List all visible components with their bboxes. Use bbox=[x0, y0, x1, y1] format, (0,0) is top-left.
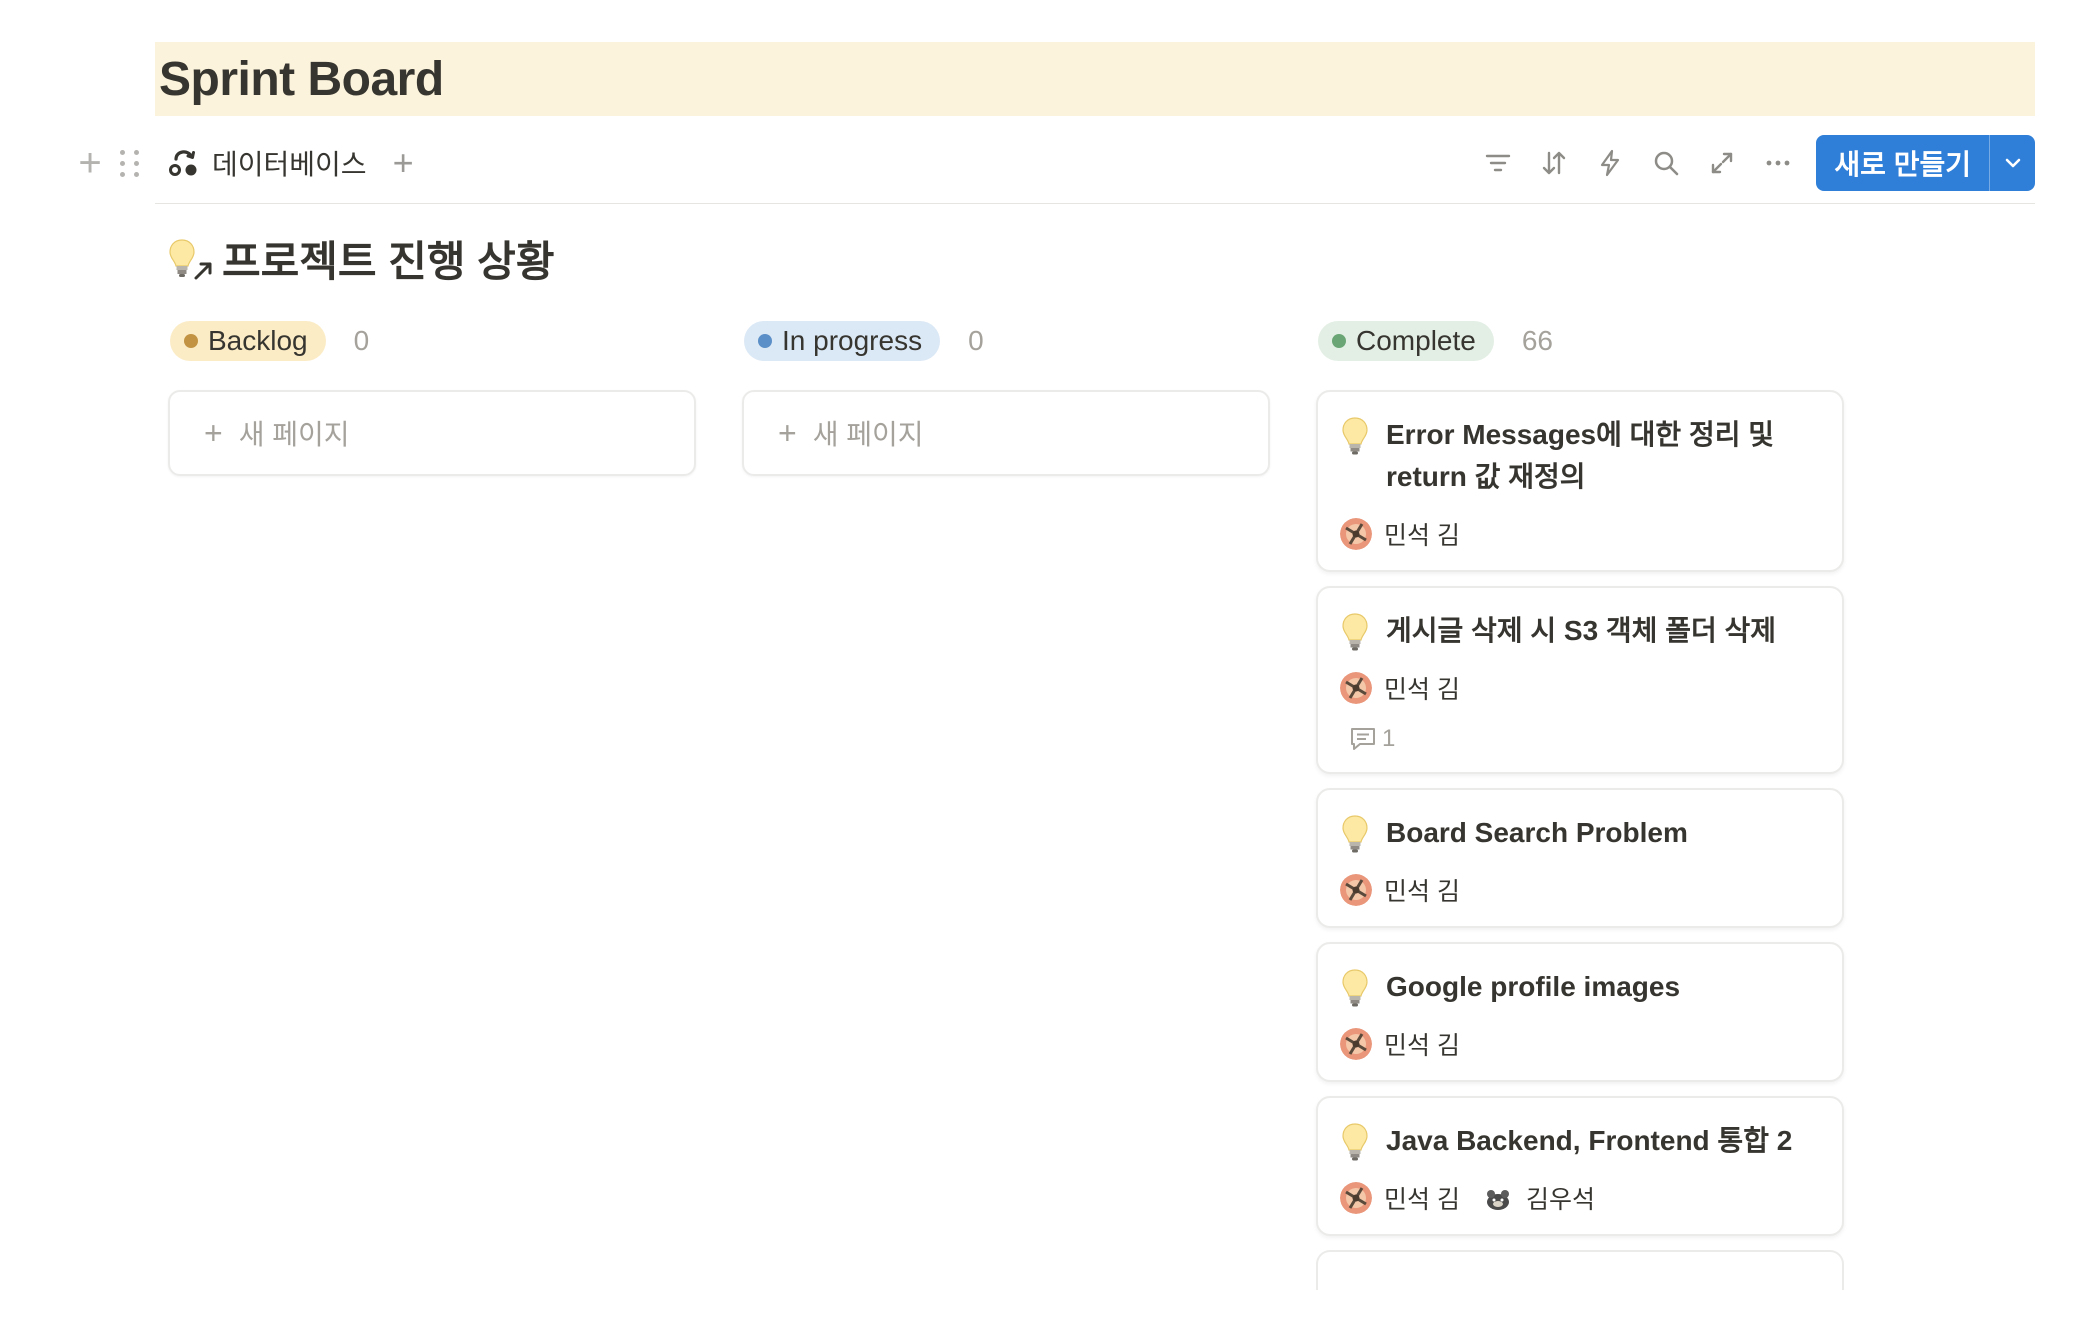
column-count: 66 bbox=[1521, 325, 1553, 356]
person-name: 김우석 bbox=[1525, 1186, 1595, 1214]
board-title[interactable]: 프로젝트 진행 상황 bbox=[222, 228, 554, 289]
board-card[interactable]: Board Search Problem 민석 김 bbox=[1316, 788, 1844, 928]
board-card[interactable]: 게시글 삭제 시 S3 객체 폴더 삭제 민석 김 1 bbox=[1316, 586, 1844, 774]
status-dot bbox=[184, 334, 198, 348]
person-chip: 민석 김 bbox=[1340, 872, 1460, 908]
avatar bbox=[1340, 518, 1372, 550]
page-title[interactable]: Sprint Board bbox=[159, 52, 444, 107]
avatar bbox=[1340, 672, 1372, 704]
avatar bbox=[1340, 1028, 1372, 1060]
expand-icon[interactable] bbox=[1704, 145, 1740, 181]
database-toolbar: + 데이터베이스 + 새로 만들기 bbox=[70, 132, 2035, 194]
new-page-button[interactable]: + 새 페이지 bbox=[168, 390, 696, 476]
plus-icon: + bbox=[778, 415, 797, 451]
status-badge[interactable]: In progress bbox=[744, 321, 941, 361]
lightbulb-icon bbox=[1342, 1123, 1368, 1161]
board-card[interactable]: Error Messages에 대한 정리 및 return 값 재정의 민석 … bbox=[1316, 390, 1844, 572]
add-block-icon[interactable]: + bbox=[70, 143, 110, 183]
person-name: 민석 김 bbox=[1384, 1186, 1460, 1214]
new-page-label: 새 페이지 bbox=[812, 419, 924, 450]
column-backlog: Backlog 0 + 새 페이지 bbox=[168, 320, 696, 476]
person-chip: 민석 김 bbox=[1340, 516, 1460, 552]
new-button-main[interactable]: 새로 만들기 bbox=[1816, 135, 1989, 191]
chevron-down-icon[interactable] bbox=[1989, 135, 2035, 191]
card-title: Java Backend, Frontend 통합 2 bbox=[1386, 1125, 1793, 1156]
search-icon[interactable] bbox=[1648, 145, 1684, 181]
card-list: Error Messages에 대한 정리 및 return 값 재정의 민석 … bbox=[1316, 390, 1844, 1290]
new-page-label: 새 페이지 bbox=[238, 419, 350, 450]
page-title-bar: Sprint Board bbox=[155, 42, 2035, 116]
column-header: Complete 66 bbox=[1318, 320, 1844, 362]
lightbulb-icon bbox=[1342, 613, 1368, 651]
toolbar-divider bbox=[155, 203, 2035, 204]
person-name: 민석 김 bbox=[1384, 1032, 1460, 1060]
avatar bbox=[1340, 1182, 1372, 1214]
card-assignees: 민석 김 bbox=[1340, 872, 1818, 908]
new-page-button[interactable]: + 새 페이지 bbox=[742, 390, 1270, 476]
lightbulb-icon bbox=[1342, 969, 1368, 1007]
drag-handle-icon[interactable] bbox=[120, 148, 140, 178]
lightbulb-icon bbox=[1342, 417, 1368, 455]
add-view-icon[interactable]: + bbox=[393, 145, 414, 181]
comment-count: 1 bbox=[1340, 724, 1818, 754]
comment-count-value: 1 bbox=[1382, 725, 1396, 752]
column-name: Complete bbox=[1356, 325, 1476, 356]
card-assignees: 민석 김 김우석 bbox=[1340, 1180, 1818, 1216]
column-count: 0 bbox=[353, 325, 370, 356]
new-button: 새로 만들기 bbox=[1816, 135, 2035, 191]
plus-icon: + bbox=[204, 415, 223, 451]
board-view-icon bbox=[169, 150, 197, 176]
more-icon[interactable] bbox=[1760, 145, 1796, 181]
person-chip: 민석 김 bbox=[1340, 670, 1460, 706]
person-name: 민석 김 bbox=[1384, 878, 1460, 906]
status-dot bbox=[1332, 334, 1346, 348]
board-heading: 프로젝트 진행 상황 bbox=[168, 228, 554, 289]
database-tab-label: 데이터베이스 bbox=[212, 149, 367, 180]
person-chip: 김우석 bbox=[1482, 1180, 1595, 1216]
person-name: 민석 김 bbox=[1384, 522, 1460, 550]
status-dot bbox=[758, 334, 772, 348]
card-assignees: 민석 김 bbox=[1340, 670, 1818, 706]
lightbulb-link-icon bbox=[168, 234, 214, 284]
sort-icon[interactable] bbox=[1536, 145, 1572, 181]
status-badge[interactable]: Backlog bbox=[170, 321, 326, 361]
column-name: In progress bbox=[782, 325, 923, 356]
board-card[interactable]: Java Backend, Frontend 통합 2 민석 김 김우석 bbox=[1316, 1096, 1844, 1236]
avatar bbox=[1340, 874, 1372, 906]
automation-icon[interactable] bbox=[1592, 145, 1628, 181]
board-card[interactable]: Google profile images 민석 김 bbox=[1316, 942, 1844, 1082]
column-count: 0 bbox=[968, 325, 984, 356]
filter-icon[interactable] bbox=[1480, 145, 1516, 181]
comment-icon bbox=[1351, 728, 1375, 750]
person-chip: 민석 김 bbox=[1340, 1026, 1460, 1062]
person-chip: 민석 김 bbox=[1340, 1180, 1460, 1216]
column-complete: Complete 66 Error Messages에 대한 정리 및 retu… bbox=[1316, 320, 1844, 1290]
board-card[interactable] bbox=[1316, 1250, 1844, 1290]
card-title: Error Messages에 대한 정리 및 return 값 재정의 bbox=[1386, 419, 1775, 492]
avatar bbox=[1486, 1190, 1509, 1210]
view-tools bbox=[1480, 145, 1796, 181]
card-title: Google profile images bbox=[1386, 971, 1681, 1002]
status-badge[interactable]: Complete bbox=[1318, 321, 1494, 361]
notion-page: Sprint Board + 데이터베이스 + 새로 만들기 프로젝트 진행 상… bbox=[0, 0, 2074, 1336]
block-gutter: + bbox=[70, 143, 166, 183]
column-header: Backlog 0 bbox=[170, 320, 696, 362]
card-title: 게시글 삭제 시 S3 객체 폴더 삭제 bbox=[1386, 615, 1777, 646]
column-in-progress: In progress 0 + 새 페이지 bbox=[742, 320, 1270, 476]
card-title: Board Search Problem bbox=[1386, 817, 1688, 848]
card-assignees: 민석 김 bbox=[1340, 1026, 1818, 1062]
card-assignees: 민석 김 bbox=[1340, 516, 1818, 552]
column-header: In progress 0 bbox=[744, 320, 1270, 362]
lightbulb-icon bbox=[1342, 815, 1368, 853]
person-name: 민석 김 bbox=[1384, 676, 1460, 704]
tab-database[interactable]: 데이터베이스 bbox=[166, 143, 367, 183]
column-name: Backlog bbox=[208, 325, 308, 356]
